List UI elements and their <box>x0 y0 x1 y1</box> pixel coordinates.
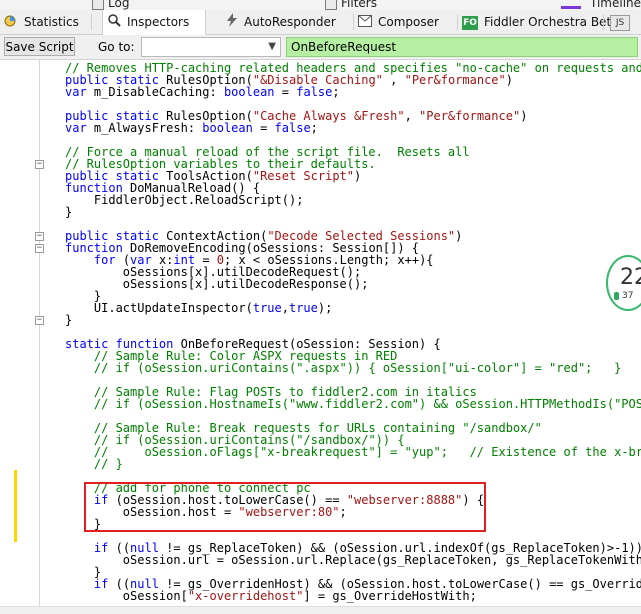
code-line: FiddlerObject.ReloadScript(); <box>65 193 304 207</box>
code-line: UI.actUpdateInspector(true,true); <box>65 301 333 315</box>
editor-gutter <box>0 60 14 613</box>
goto-label: Go to: <box>98 40 135 54</box>
tab-filters[interactable]: Filters <box>325 0 377 10</box>
code-line: // if (oSession.uriContains(".aspx")) { … <box>93 361 622 375</box>
tab-composer[interactable]: Composer <box>354 10 458 34</box>
code-line: // oSession.oFlags["x-breakrequest"] = "… <box>93 445 641 459</box>
code-line: // if (oSession.HostnameIs("www.fiddler2… <box>93 397 641 411</box>
change-marker <box>14 470 17 542</box>
tab-statistics-label: Statistics <box>24 15 79 29</box>
code-line: var m_AlwaysFresh: boolean = false; <box>65 121 318 135</box>
fold-toggle-icon[interactable]: − <box>35 232 44 241</box>
tab-filters-label: Filters <box>341 0 377 10</box>
meter-subvalue: 37 <box>622 291 634 301</box>
leaf-icon <box>614 292 619 300</box>
script-toolbar: Save Script Go to: ▼ OnBeforeRequest <box>0 35 641 60</box>
tab-fiddler-orchestra[interactable]: FO Fiddler Orchestra Beta <box>458 10 619 34</box>
tab-timeline-label: Timeline <box>590 0 641 10</box>
composer-icon <box>358 11 372 35</box>
highlight-annotation-box <box>84 482 486 532</box>
tab-log[interactable]: Log <box>92 0 129 10</box>
tab-autoresponder-label: AutoResponder <box>244 15 336 29</box>
search-input[interactable]: OnBeforeRequest <box>286 37 638 57</box>
fo-icon: FO <box>462 15 478 30</box>
tab-fiddler-orchestra-label: Fiddler Orchestra Beta <box>484 15 619 29</box>
code-line: oSessions[x].utilDecodeResponse(); <box>65 277 369 291</box>
chevron-down-icon: ▼ <box>268 41 276 52</box>
inspectors-icon <box>107 11 121 35</box>
code-line: // } <box>93 457 123 471</box>
code-line: oSession.url = oSession.url.Replace(gs_R… <box>65 553 641 567</box>
tab-bar: Statistics Inspectors AutoResponder Comp… <box>0 10 641 35</box>
goto-dropdown[interactable]: ▼ <box>141 37 281 57</box>
filter-icon <box>325 0 337 10</box>
fold-toggle-icon[interactable]: − <box>35 244 44 253</box>
code-line: var m_DisableCaching: boolean = false; <box>65 85 340 99</box>
tab-timeline[interactable]: Timeline <box>590 0 641 10</box>
code-line: } <box>65 205 73 219</box>
tab-composer-label: Composer <box>378 15 439 29</box>
code-line: } <box>65 313 73 327</box>
lightning-icon <box>226 11 238 35</box>
tab-autoresponder[interactable]: AutoResponder <box>222 10 354 34</box>
timeline-icon <box>561 6 581 9</box>
tab-inspectors[interactable]: Inspectors <box>102 10 206 35</box>
meter-value: 22 <box>620 265 641 290</box>
save-script-button[interactable]: Save Script <box>4 37 75 56</box>
statistics-icon <box>4 11 18 35</box>
log-icon <box>92 0 104 10</box>
tab-inspectors-label: Inspectors <box>127 15 190 29</box>
fold-toggle-icon[interactable]: − <box>35 160 44 169</box>
code-line: oSession["x-overridehost"] = gs_Override… <box>65 589 477 603</box>
tab-fiddlerscript[interactable]: JS <box>608 10 641 34</box>
fold-toggle-icon[interactable]: − <box>35 316 44 325</box>
tab-log-label: Log <box>108 0 130 10</box>
fold-guide <box>39 60 40 613</box>
tab-statistics[interactable]: Statistics <box>0 10 92 34</box>
js-icon: JS <box>610 14 630 31</box>
script-editor[interactable]: − − − − // Removes HTTP-caching related … <box>0 60 641 613</box>
